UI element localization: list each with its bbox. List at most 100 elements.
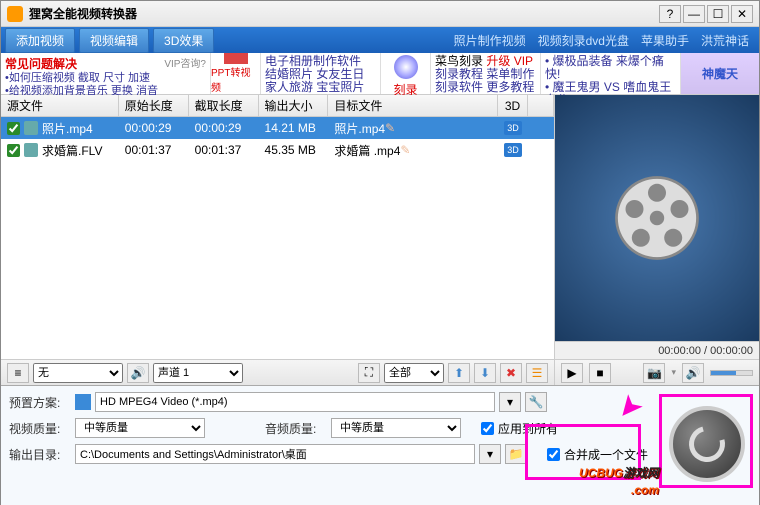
mid-area: 源文件 原始长度 截取长度 输出大小 目标文件 3D 照片.mp4 00:00:… <box>1 95 759 385</box>
move-up-button[interactable]: ⬆ <box>448 363 470 383</box>
video-file-icon <box>24 121 38 135</box>
row-name: 求婚篇.FLV <box>42 142 102 159</box>
aquality-label: 音频质量: <box>265 420 331 437</box>
badge-3d-icon[interactable]: 3D <box>504 143 522 157</box>
settings-pane: 预置方案: ▾ 🔧 视频质量: 中等质量 音频质量: 中等质量 应用到所有 输出… <box>1 385 759 505</box>
row-size: 14.21 MB <box>259 121 329 135</box>
film-reel-icon <box>612 173 702 263</box>
video-edit-button[interactable]: 视频编辑 <box>79 28 149 53</box>
row-orig: 00:01:37 <box>119 143 189 157</box>
col-out-size[interactable]: 输出大小 <box>259 95 329 116</box>
ad-burn[interactable]: 菜鸟刻录 升级 VIP 刻录教程 菜单制作 刻录软件 更多教程 <box>431 53 541 94</box>
preset-settings-button[interactable]: 🔧 <box>525 392 547 412</box>
ad-ppt[interactable]: PPT转视频 <box>211 53 261 94</box>
preview-time: 00:00:00 / 00:00:00 <box>555 341 759 359</box>
row-checkbox[interactable] <box>7 122 20 135</box>
convert-button[interactable] <box>669 406 745 482</box>
outdir-label: 输出目录: <box>9 446 75 463</box>
video-file-icon <box>24 143 38 157</box>
audio-quality-select[interactable]: 中等质量 <box>331 418 461 438</box>
disc-icon <box>394 55 418 79</box>
apply-all-checkbox[interactable]: 应用到所有 <box>481 420 558 437</box>
window-title: 狸窝全能视频转换器 <box>29 5 657 22</box>
snapshot-button[interactable]: 📷 <box>643 363 665 383</box>
audio-track-select[interactable]: 声道 1 <box>153 363 243 383</box>
row-cut: 00:01:37 <box>189 143 259 157</box>
col-cut-len[interactable]: 截取长度 <box>189 95 259 116</box>
move-down-button[interactable]: ⬇ <box>474 363 496 383</box>
filter-select[interactable]: 全部 <box>384 363 444 383</box>
filter-icon[interactable]: ⛶ <box>358 363 380 383</box>
output-dir-dropdown[interactable]: ▾ <box>479 444 501 464</box>
list-footer-toolbar: ≡ 无 🔊 声道 1 ⛶ 全部 ⬆ ⬇ ✖ ☰ <box>1 359 554 385</box>
play-button[interactable]: ▶ <box>561 363 583 383</box>
col-orig-len[interactable]: 原始长度 <box>119 95 189 116</box>
row-checkbox[interactable] <box>7 144 20 157</box>
volume-icon[interactable]: 🔊 <box>127 363 149 383</box>
table-row[interactable]: 求婚篇.FLV 00:01:37 00:01:37 45.35 MB 求婚篇 .… <box>1 139 554 161</box>
ad-faq[interactable]: 常见问题解决VIP咨询? •如何压缩视频 截取 尺寸 加速 •给视频添加背景音乐… <box>1 53 211 94</box>
main-toolbar: 添加视频 视频编辑 3D效果 照片制作视频 视频刻录dvd光盘 苹果助手 洪荒神… <box>1 27 759 53</box>
ad-album[interactable]: 电子相册制作软件 结婚照片 女友生日 家人旅游 宝宝照片 <box>261 53 381 94</box>
close-button[interactable]: ✕ <box>731 5 753 23</box>
app-logo-icon <box>7 6 23 22</box>
file-list-header: 源文件 原始长度 截取长度 输出大小 目标文件 3D <box>1 95 554 117</box>
stop-button[interactable]: ■ <box>589 363 611 383</box>
ppt-icon <box>224 53 248 64</box>
row-target: 照片.mp4 <box>334 120 385 137</box>
minimize-button[interactable]: — <box>683 5 705 23</box>
col-edit <box>528 95 554 116</box>
convert-arrow-icon <box>682 419 731 468</box>
toolbar-link-1[interactable]: 视频刻录dvd光盘 <box>538 32 629 49</box>
preview-pane: 00:00:00 / 00:00:00 ▶ ■ 📷 ▾ 🔊 <box>555 95 759 385</box>
maximize-button[interactable]: ☐ <box>707 5 729 23</box>
faq-line1: •如何压缩视频 截取 尺寸 加速 <box>5 72 206 85</box>
preview-controls: ▶ ■ 📷 ▾ 🔊 <box>555 359 759 385</box>
ad-dvd[interactable]: 刻录DVD <box>381 53 431 94</box>
row-cut: 00:00:29 <box>189 121 259 135</box>
row-name: 照片.mp4 <box>42 120 93 137</box>
subtitle-select[interactable]: 无 <box>33 363 123 383</box>
output-dir-input[interactable] <box>75 444 475 464</box>
ad-banner[interactable]: 神魔天 <box>681 53 759 94</box>
ad-bar: 常见问题解决VIP咨询? •如何压缩视频 截取 尺寸 加速 •给视频添加背景音乐… <box>1 53 759 95</box>
vip-consult: VIP咨询? <box>164 55 206 72</box>
titlebar: 狸窝全能视频转换器 ? — ☐ ✕ <box>1 1 759 27</box>
preset-label: 预置方案: <box>9 394 75 411</box>
file-list-body[interactable]: 照片.mp4 00:00:29 00:00:29 14.21 MB 照片.mp4… <box>1 117 554 359</box>
row-target: 求婚篇 .mp4 <box>334 142 400 159</box>
vquality-label: 视频质量: <box>9 420 75 437</box>
mute-button[interactable]: 🔊 <box>682 363 704 383</box>
add-video-button[interactable]: 添加视频 <box>5 28 75 53</box>
effect-3d-button[interactable]: 3D效果 <box>153 28 214 53</box>
preset-icon <box>75 394 91 410</box>
col-source[interactable]: 源文件 <box>1 95 119 116</box>
ad-game[interactable]: • 爆极品装备 来爆个痛快! • 魔王鬼男 VS 嗜血鬼王女仆 • 客服QQ空间… <box>541 53 681 94</box>
ppt-label: PPT转视频 <box>211 64 260 94</box>
help-button[interactable]: ? <box>659 5 681 23</box>
toolbar-link-3[interactable]: 洪荒神话 <box>701 32 749 49</box>
watermark: UCBUG游戏网.com <box>579 457 659 497</box>
remove-button[interactable]: ✖ <box>500 363 522 383</box>
video-preview[interactable] <box>555 95 759 341</box>
faq-title: 常见问题解决 <box>5 55 77 72</box>
col-3d[interactable]: 3D <box>498 95 528 116</box>
table-row[interactable]: 照片.mp4 00:00:29 00:00:29 14.21 MB 照片.mp4… <box>1 117 554 139</box>
rename-icon[interactable]: ✎ <box>400 143 414 157</box>
col-target[interactable]: 目标文件 <box>328 95 498 116</box>
toolbar-link-0[interactable]: 照片制作视频 <box>454 32 526 49</box>
badge-3d-icon[interactable]: 3D <box>504 121 522 135</box>
volume-slider[interactable] <box>710 370 753 376</box>
list-menu-button[interactable]: ☰ <box>526 363 548 383</box>
rename-icon[interactable]: ✎ <box>385 121 399 135</box>
album-l3: 家人旅游 宝宝照片 <box>265 81 376 94</box>
subtitle-icon[interactable]: ≡ <box>7 363 29 383</box>
row-orig: 00:00:29 <box>119 121 189 135</box>
video-quality-select[interactable]: 中等质量 <box>75 418 205 438</box>
preset-dropdown-button[interactable]: ▾ <box>499 392 521 412</box>
file-list-pane: 源文件 原始长度 截取长度 输出大小 目标文件 3D 照片.mp4 00:00:… <box>1 95 555 385</box>
preset-input[interactable] <box>95 392 495 412</box>
row-size: 45.35 MB <box>259 143 329 157</box>
toolbar-link-2[interactable]: 苹果助手 <box>641 32 689 49</box>
open-folder-button[interactable]: 📁 <box>505 444 527 464</box>
